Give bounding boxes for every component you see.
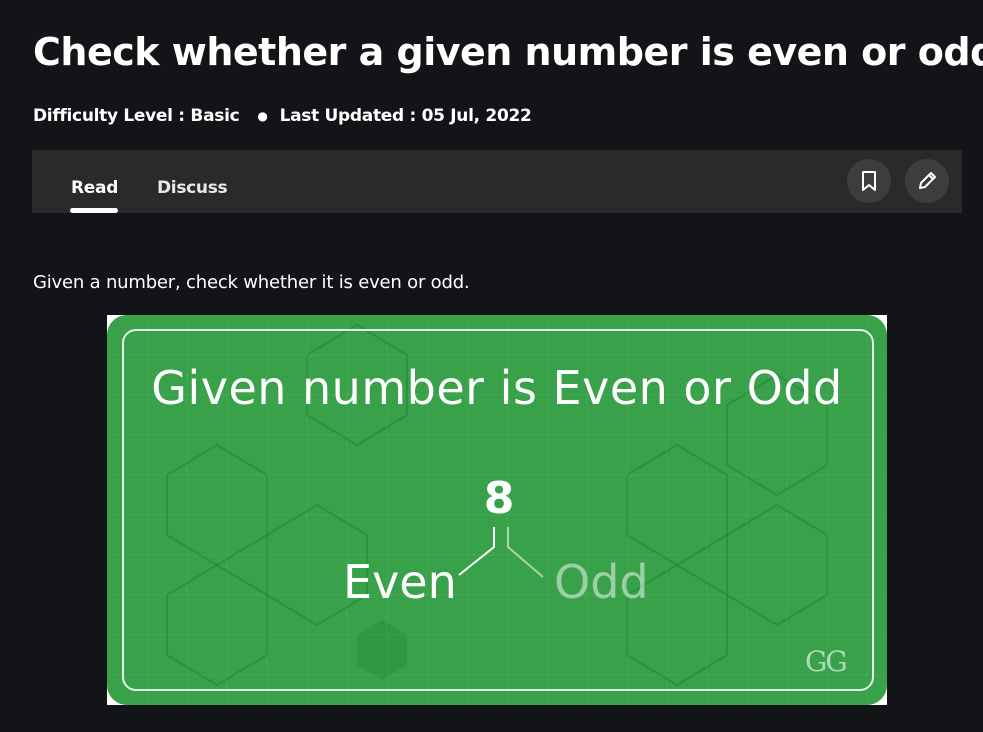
bookmark-icon	[862, 171, 876, 191]
last-updated: Last Updated : 05 Jul, 2022	[279, 106, 532, 126]
gfg-logo: GG	[805, 645, 848, 678]
meta-separator: ●	[257, 109, 268, 123]
article-intro: Given a number, check whether it is even…	[33, 272, 470, 293]
article-tab-bar: Read Discuss	[32, 150, 962, 213]
difficulty-level: Difficulty Level : Basic	[33, 106, 240, 126]
active-tab-indicator	[70, 208, 118, 213]
pencil-icon	[919, 172, 936, 189]
branch-lines	[458, 527, 544, 578]
edit-button[interactable]	[905, 159, 949, 203]
article-figure: Given number is Even or Odd 8 Even Odd G…	[107, 315, 887, 705]
tab-read[interactable]: Read	[71, 178, 118, 198]
figure-odd-label: Odd	[554, 555, 649, 609]
bookmark-button[interactable]	[847, 159, 891, 203]
figure-card: Given number is Even or Odd 8 Even Odd G…	[107, 315, 887, 705]
article-title: Check whether a given number is even or …	[33, 30, 983, 74]
article-meta: Difficulty Level : Basic ● Last Updated …	[33, 106, 532, 126]
tab-discuss[interactable]: Discuss	[157, 178, 228, 198]
figure-even-label: Even	[343, 555, 457, 609]
